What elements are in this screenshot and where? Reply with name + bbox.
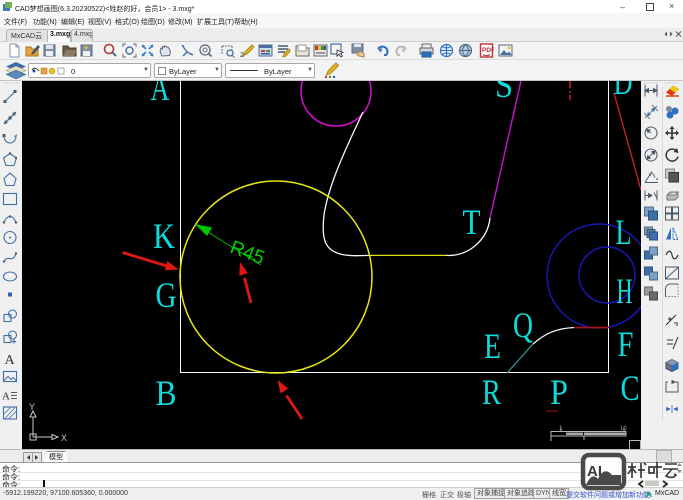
- svg-text:H: H: [617, 271, 633, 311]
- svg-text:2: 2: [240, 52, 244, 58]
- svg-text:C: C: [621, 368, 640, 408]
- svg-text:D: D: [614, 81, 633, 102]
- svg-text:A: A: [151, 81, 170, 108]
- svg-text:X: X: [61, 433, 67, 443]
- svg-text:L: L: [616, 212, 632, 252]
- svg-text:R: R: [482, 372, 501, 412]
- svg-text:Q: Q: [513, 305, 533, 345]
- svg-text:E: E: [484, 326, 501, 366]
- svg-text:B: B: [156, 373, 177, 413]
- svg-text:T: T: [463, 202, 481, 242]
- svg-text:G: G: [156, 275, 177, 315]
- svg-text:10: 10: [620, 426, 627, 432]
- svg-text:Y: Y: [29, 402, 35, 412]
- svg-text:P: P: [550, 372, 568, 412]
- svg-text:S: S: [495, 81, 513, 105]
- svg-text:F: F: [618, 324, 634, 364]
- svg-text:A: A: [5, 353, 16, 368]
- svg-text:A: A: [2, 391, 10, 403]
- svg-text:PDF: PDF: [482, 47, 494, 54]
- svg-text:K: K: [153, 216, 175, 256]
- svg-text:R45: R45: [227, 237, 267, 269]
